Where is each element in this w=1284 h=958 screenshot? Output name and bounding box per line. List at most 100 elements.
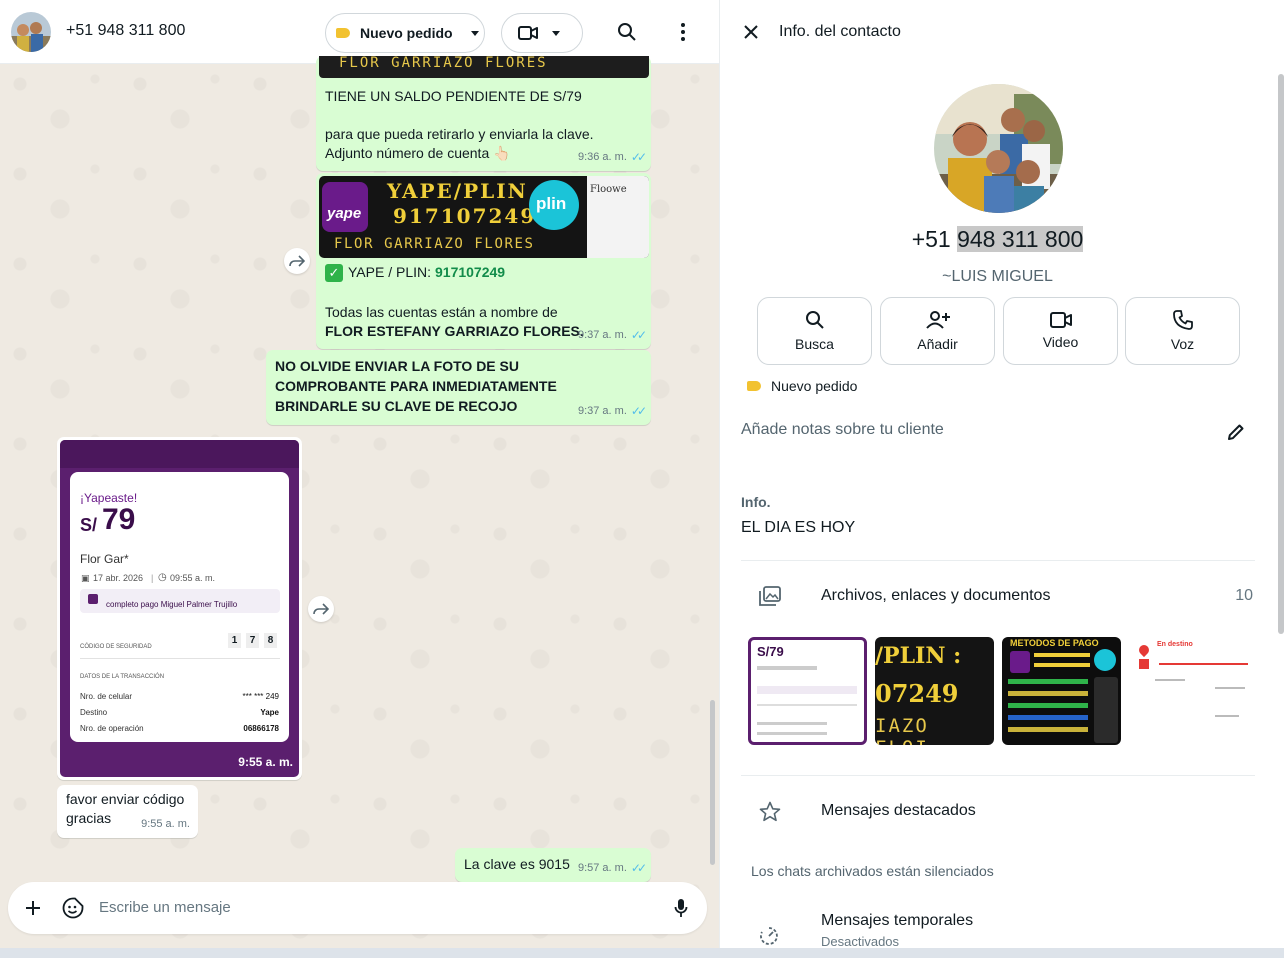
- os-taskbar: [0, 948, 1284, 958]
- kebab-menu-icon: [681, 23, 685, 41]
- check-mark-icon: ✓: [325, 263, 343, 282]
- message-time: 9:57 a. m. ✓✓: [578, 859, 647, 878]
- close-button[interactable]: [731, 12, 771, 52]
- label-tag-icon: [747, 381, 761, 391]
- disappearing-messages-row[interactable]: Mensajes temporales Desactivados: [720, 912, 1275, 948]
- receipt-currency: S/: [80, 515, 98, 535]
- action-label: Voz: [1170, 336, 1195, 352]
- accounts-owner: FLOR ESTEFANY GARRIAZO FLORES.: [325, 323, 584, 339]
- banner-number: 917107249: [393, 204, 537, 228]
- edit-notes-button[interactable]: [1216, 412, 1256, 452]
- message-bubble-outgoing[interactable]: FLOR GARRIAZO FLORES TIENE UN SALDO PEND…: [316, 56, 651, 171]
- divider: [741, 775, 1255, 776]
- receipt-time: 09:55 a. m.: [170, 573, 216, 583]
- image-time-stamp: 9:55 a. m.: [238, 755, 293, 769]
- plus-icon: [26, 901, 40, 915]
- banner-side-image: Floowe: [587, 176, 649, 258]
- chat-contact-name[interactable]: +51 948 311 800: [66, 22, 185, 40]
- contact-phone-number[interactable]: +51 948 311 800: [720, 226, 1275, 253]
- timer-icon: [720, 912, 821, 946]
- chevron-down-icon: [552, 30, 560, 36]
- starred-label: Mensajes destacados: [821, 802, 976, 819]
- about-text: EL DIA ES HOY: [741, 519, 856, 536]
- security-digit: 7: [246, 633, 259, 648]
- phone-selected-text: 948 311 800: [957, 226, 1084, 252]
- contact-alias: ~LUIS MIGUEL: [942, 268, 1053, 285]
- banner-image-partial[interactable]: FLOR GARRIAZO FLORES: [319, 56, 649, 78]
- yape-plin-banner-image[interactable]: yape YAPE/PLIN : 917107249 plin Floowe F…: [319, 176, 649, 258]
- accounts-text: Todas las cuentas están a nombre de: [325, 304, 558, 320]
- disappearing-label: Mensajes temporales: [821, 912, 974, 929]
- banner-caption: FLOR GARRIAZO FLORES: [339, 56, 548, 71]
- double-check-icon: ✓✓: [630, 404, 647, 418]
- video-icon: [518, 26, 538, 40]
- disappearing-status: Desactivados: [821, 934, 900, 948]
- message-bubble-outgoing[interactable]: yape YAPE/PLIN : 917107249 plin Floowe F…: [316, 173, 651, 349]
- chat-pane: +51 948 311 800 Nuevo pedido FLOR GARRIA…: [0, 0, 719, 948]
- message-time: 9:37 a. m. ✓✓: [578, 402, 647, 421]
- contact-info-header: Info. del contacto: [720, 0, 1284, 64]
- attach-button[interactable]: [13, 888, 53, 928]
- receipt-note: completo pago Miguel Palmer Trujillo: [106, 600, 238, 609]
- contact-label-tag[interactable]: Nuevo pedido: [747, 378, 857, 394]
- voice-record-button[interactable]: [661, 888, 701, 928]
- message-bubble-outgoing[interactable]: La clave es 9015 9:57 a. m. ✓✓: [455, 848, 651, 882]
- withdraw-text: para que pueda retirarlo y enviarla la c…: [325, 126, 594, 142]
- action-label: Busca: [795, 336, 834, 352]
- sticker-button[interactable]: [53, 888, 93, 928]
- double-check-icon: ✓✓: [630, 150, 647, 164]
- chat-menu-button[interactable]: [663, 12, 703, 52]
- archived-note: Los chats archivados están silenciados: [751, 863, 994, 879]
- message-time: 9:36 a. m. ✓✓: [578, 148, 647, 167]
- yape-plin-label: YAPE / PLIN:: [348, 264, 431, 280]
- sticker-icon: [62, 897, 84, 919]
- disappearing-text: Mensajes temporales Desactivados: [821, 912, 973, 948]
- starred-messages-row[interactable]: Mensajes destacados: [720, 799, 1275, 823]
- panel-title: Info. del contacto: [779, 23, 901, 40]
- customer-notes-field[interactable]: Añade notas sobre tu cliente: [741, 421, 944, 439]
- note-icon: [88, 594, 98, 604]
- video-icon: [1049, 312, 1072, 328]
- receipt-note-box: completo pago Miguel Palmer Trujillo: [80, 589, 280, 613]
- forward-button[interactable]: [284, 248, 310, 274]
- about-label: Info.: [741, 494, 771, 510]
- order-label-text: Nuevo pedido: [360, 25, 453, 41]
- message-bubble-incoming[interactable]: favor enviar código gracias 9:55 a. m.: [57, 785, 198, 838]
- message-bubble-incoming[interactable]: ¡Yapeaste! S/ 79 Flor Gar* ▣ 17 abr. 202…: [57, 437, 302, 780]
- action-voice-button[interactable]: Voz: [1125, 297, 1240, 365]
- yape-plin-line: ✓ YAPE / PLIN: 917107249: [325, 263, 505, 282]
- reminder-text: NO OLVIDE ENVIAR LA FOTO DE SU COMPROBAN…: [275, 358, 557, 414]
- message-input[interactable]: Escribe un mensaje: [99, 899, 231, 916]
- media-thumbnail[interactable]: S/79: [748, 637, 867, 745]
- video-call-button[interactable]: [501, 13, 583, 53]
- contact-photo[interactable]: [934, 84, 1063, 213]
- media-links-docs-row[interactable]: Archivos, enlaces y documentos 10: [720, 584, 1275, 608]
- action-video-button[interactable]: Video: [1003, 297, 1118, 365]
- action-search-button[interactable]: Busca: [757, 297, 872, 365]
- media-gallery-icon: [720, 586, 821, 606]
- media-thumbnail[interactable]: /PLIN : 07249 IAZO FLOI: [875, 637, 994, 745]
- request-text: favor enviar código: [66, 791, 185, 807]
- search-chat-button[interactable]: [607, 12, 647, 52]
- avatar[interactable]: [11, 12, 51, 52]
- chat-scrollbar[interactable]: [710, 700, 715, 865]
- search-icon: [805, 311, 824, 329]
- forward-button[interactable]: [308, 596, 334, 622]
- media-thumbnail[interactable]: METODOS DE PAGO: [1002, 637, 1121, 745]
- pencil-icon: [1228, 424, 1244, 440]
- action-add-button[interactable]: Añadir: [880, 297, 995, 365]
- yape-receipt-image[interactable]: ¡Yapeaste! S/ 79 Flor Gar* ▣ 17 abr. 202…: [60, 440, 299, 777]
- message-time: 9:55 a. m.: [141, 818, 190, 830]
- media-thumbnail[interactable]: En destino: [1129, 637, 1248, 745]
- banner-caption: FLOR GARRIAZO FLORES: [334, 236, 535, 252]
- transaction-details-label: DATOS DE LA TRANSACCIÓN: [80, 674, 165, 680]
- code-text: La clave es 9015: [464, 856, 570, 872]
- order-label-button[interactable]: Nuevo pedido: [325, 13, 485, 53]
- chat-header: +51 948 311 800 Nuevo pedido: [0, 0, 719, 64]
- message-bubble-outgoing[interactable]: NO OLVIDE ENVIAR LA FOTO DE SU COMPROBAN…: [266, 350, 651, 425]
- microphone-icon: [674, 899, 688, 917]
- phone-prefix: +51: [911, 226, 958, 252]
- info-scrollbar[interactable]: [1278, 74, 1284, 634]
- divider: [741, 560, 1255, 561]
- phone-number-link[interactable]: 917107249: [435, 263, 505, 282]
